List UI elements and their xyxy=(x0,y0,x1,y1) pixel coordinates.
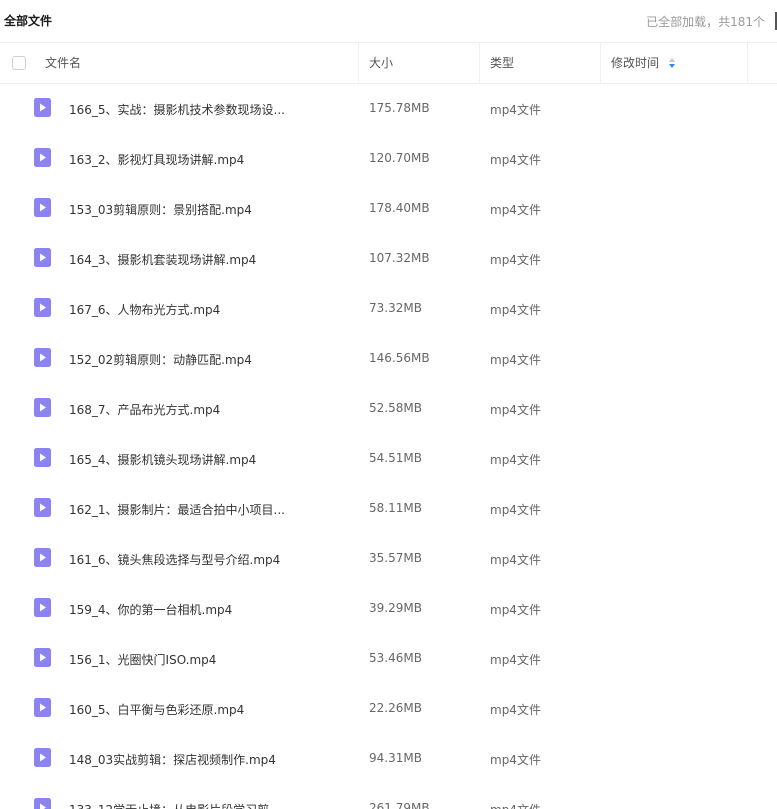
load-status: 已全部加载，共181个 xyxy=(646,15,765,29)
table-row[interactable]: 165_4、摄影机镜头现场讲解.mp4 54.51MB mp4文件 xyxy=(0,433,777,483)
table-row[interactable]: 164_3、摄影机套装现场讲解.mp4 107.32MB mp4文件 xyxy=(0,233,777,283)
video-file-icon xyxy=(34,98,51,117)
file-list: 166_5、实战：摄影机技术参数现场设... 175.78MB mp4文件 163_2… xyxy=(0,83,777,809)
file-size: 175.78MB xyxy=(369,101,430,115)
table-row[interactable]: 133_12学无止境：从电影片段学习剪... 261.79MB mp4文件 xyxy=(0,783,777,809)
file-name[interactable]: 163_2、影视灯具现场讲解.mp4 xyxy=(69,151,244,168)
table-row[interactable]: 162_1、摄影制片：最适合拍中小项目... 58.11MB mp4文件 xyxy=(0,483,777,533)
sort-icon[interactable] xyxy=(668,57,676,69)
file-size: 54.51MB xyxy=(369,451,422,465)
column-header-size[interactable]: 大小 xyxy=(359,43,480,83)
file-name[interactable]: 168_7、产品布光方式.mp4 xyxy=(69,401,220,418)
file-type: mp4文件 xyxy=(490,353,541,367)
file-name[interactable]: 159_4、你的第一台相机.mp4 xyxy=(69,601,232,618)
file-type: mp4文件 xyxy=(490,553,541,567)
file-size: 73.32MB xyxy=(369,301,422,315)
file-type: mp4文件 xyxy=(490,103,541,117)
file-name[interactable]: 166_5、实战：摄影机技术参数现场设... xyxy=(69,101,285,118)
table-row[interactable]: 156_1、光圈快门ISO.mp4 53.46MB mp4文件 xyxy=(0,633,777,683)
file-name[interactable]: 153_03剪辑原则：景别搭配.mp4 xyxy=(69,201,252,218)
file-type: mp4文件 xyxy=(490,801,541,809)
table-header: 文件名 大小 类型 修改时间 xyxy=(0,42,777,84)
file-size: 107.32MB xyxy=(369,251,430,265)
column-modified-label: 修改时间 xyxy=(611,56,660,70)
file-size: 35.57MB xyxy=(369,551,422,565)
video-file-icon xyxy=(34,298,51,317)
file-name[interactable]: 167_6、人物布光方式.mp4 xyxy=(69,301,220,318)
column-header-modified[interactable]: 修改时间 xyxy=(601,43,748,83)
file-size: 261.79MB xyxy=(369,801,430,809)
file-name[interactable]: 148_03实战剪辑：探店视频制作.mp4 xyxy=(69,751,276,768)
video-file-icon xyxy=(34,498,51,517)
file-type: mp4文件 xyxy=(490,453,541,467)
file-browser: 全部文件 已全部加载，共181个 文件名 大小 类型 修改时间 166_5、实战… xyxy=(0,0,777,809)
file-type: mp4文件 xyxy=(490,203,541,217)
video-file-icon xyxy=(34,748,51,767)
video-file-icon xyxy=(34,398,51,417)
top-bar: 全部文件 已全部加载，共181个 xyxy=(0,0,777,42)
file-name[interactable]: 160_5、白平衡与色彩还原.mp4 xyxy=(69,701,244,718)
column-header-type[interactable]: 类型 xyxy=(480,43,601,83)
column-name-label: 文件名 xyxy=(45,56,82,70)
file-size: 53.46MB xyxy=(369,651,422,665)
file-type: mp4文件 xyxy=(490,153,541,167)
video-file-icon xyxy=(34,798,51,809)
file-type: mp4文件 xyxy=(490,753,541,767)
table-row[interactable]: 163_2、影视灯具现场讲解.mp4 120.70MB mp4文件 xyxy=(0,133,777,183)
table-row[interactable]: 153_03剪辑原则：景别搭配.mp4 178.40MB mp4文件 xyxy=(0,183,777,233)
file-name[interactable]: 156_1、光圈快门ISO.mp4 xyxy=(69,651,216,668)
video-file-icon xyxy=(34,348,51,367)
page-title: 全部文件 xyxy=(4,14,53,28)
video-file-icon xyxy=(34,598,51,617)
table-row[interactable]: 167_6、人物布光方式.mp4 73.32MB mp4文件 xyxy=(0,283,777,333)
file-name[interactable]: 152_02剪辑原则：动静匹配.mp4 xyxy=(69,351,252,368)
video-file-icon xyxy=(34,698,51,717)
column-size-label: 大小 xyxy=(369,56,394,70)
column-header-name[interactable]: 文件名 xyxy=(0,43,359,83)
file-size: 178.40MB xyxy=(369,201,430,215)
video-file-icon xyxy=(34,148,51,167)
file-name[interactable]: 164_3、摄影机套装现场讲解.mp4 xyxy=(69,251,256,268)
table-row[interactable]: 152_02剪辑原则：动静匹配.mp4 146.56MB mp4文件 xyxy=(0,333,777,383)
video-file-icon xyxy=(34,248,51,267)
table-row[interactable]: 161_6、镜头焦段选择与型号介绍.mp4 35.57MB mp4文件 xyxy=(0,533,777,583)
file-name[interactable]: 161_6、镜头焦段选择与型号介绍.mp4 xyxy=(69,551,280,568)
table-row[interactable]: 168_7、产品布光方式.mp4 52.58MB mp4文件 xyxy=(0,383,777,433)
video-file-icon xyxy=(34,648,51,667)
file-size: 52.58MB xyxy=(369,401,422,415)
file-type: mp4文件 xyxy=(490,603,541,617)
video-file-icon xyxy=(34,448,51,467)
file-size: 22.26MB xyxy=(369,701,422,715)
file-type: mp4文件 xyxy=(490,653,541,667)
select-all-checkbox[interactable] xyxy=(12,56,26,70)
video-file-icon xyxy=(34,198,51,217)
table-row[interactable]: 160_5、白平衡与色彩还原.mp4 22.26MB mp4文件 xyxy=(0,683,777,733)
file-size: 94.31MB xyxy=(369,751,422,765)
file-size: 39.29MB xyxy=(369,601,422,615)
video-file-icon xyxy=(34,548,51,567)
file-name[interactable]: 165_4、摄影机镜头现场讲解.mp4 xyxy=(69,451,256,468)
file-size: 120.70MB xyxy=(369,151,430,165)
file-type: mp4文件 xyxy=(490,403,541,417)
file-type: mp4文件 xyxy=(490,253,541,267)
table-row[interactable]: 166_5、实战：摄影机技术参数现场设... 175.78MB mp4文件 xyxy=(0,83,777,133)
file-type: mp4文件 xyxy=(490,703,541,717)
file-type: mp4文件 xyxy=(490,503,541,517)
file-size: 146.56MB xyxy=(369,351,430,365)
file-size: 58.11MB xyxy=(369,501,422,515)
file-name[interactable]: 133_12学无止境：从电影片段学习剪... xyxy=(69,801,281,809)
column-type-label: 类型 xyxy=(490,56,515,70)
table-row[interactable]: 159_4、你的第一台相机.mp4 39.29MB mp4文件 xyxy=(0,583,777,633)
file-type: mp4文件 xyxy=(490,303,541,317)
table-row[interactable]: 148_03实战剪辑：探店视频制作.mp4 94.31MB mp4文件 xyxy=(0,733,777,783)
file-name[interactable]: 162_1、摄影制片：最适合拍中小项目... xyxy=(69,501,285,518)
